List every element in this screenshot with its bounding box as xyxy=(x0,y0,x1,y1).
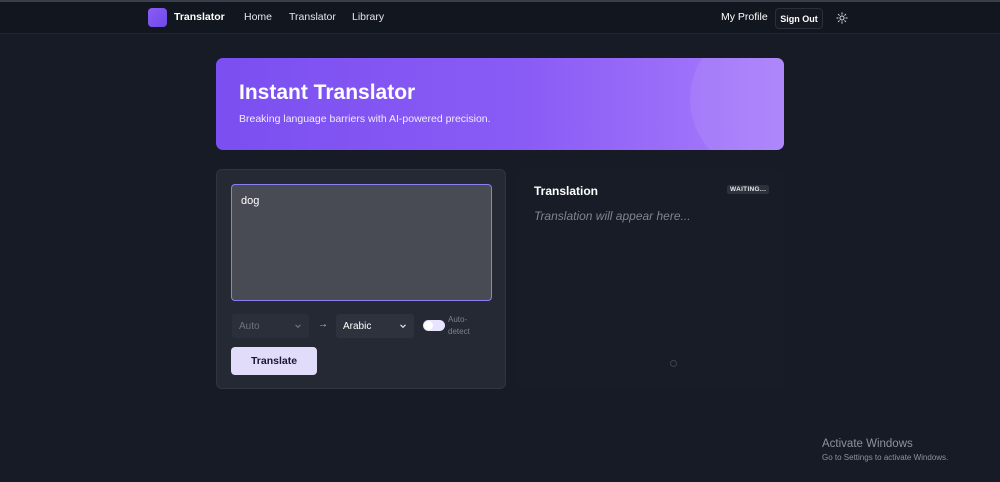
auto-detect-toggle[interactable] xyxy=(423,320,445,331)
source-text-input[interactable]: dog xyxy=(231,184,492,301)
toggle-knob xyxy=(424,321,433,330)
hero-title: Instant Translator xyxy=(239,81,416,104)
brand-name[interactable]: Translator xyxy=(174,11,225,23)
brand-logo-icon[interactable] xyxy=(148,8,167,27)
nav-link-home[interactable]: Home xyxy=(244,11,272,23)
watermark-subtitle: Go to Settings to activate Windows. xyxy=(822,453,949,462)
translation-output-panel: Translation WAITING... Translation will … xyxy=(518,169,784,389)
sun-icon[interactable] xyxy=(834,10,850,26)
watermark-title: Activate Windows xyxy=(822,438,913,450)
auto-detect-label: Auto-detect xyxy=(448,315,470,336)
translation-placeholder: Translation will appear here... xyxy=(534,209,691,223)
sign-out-button[interactable]: Sign Out xyxy=(775,8,823,29)
nav-link-translator[interactable]: Translator xyxy=(289,11,336,23)
target-language-select[interactable]: Arabic xyxy=(336,314,414,338)
top-navbar: Translator Home Translator Library My Pr… xyxy=(0,2,1000,34)
source-language-value: Auto xyxy=(239,320,260,332)
my-profile-link[interactable]: My Profile xyxy=(721,11,768,23)
source-language-select[interactable]: Auto xyxy=(232,314,309,338)
input-card: dog Auto → Arabic Auto-detect Translate xyxy=(216,169,506,389)
chevron-down-icon xyxy=(400,324,406,329)
target-language-value: Arabic xyxy=(343,320,372,332)
status-badge: WAITING... xyxy=(727,185,770,194)
loading-spinner-icon xyxy=(670,360,677,367)
chevron-down-icon xyxy=(295,324,301,329)
nav-link-library[interactable]: Library xyxy=(352,11,384,23)
activate-windows-watermark: Activate Windows Go to Settings to activ… xyxy=(822,438,948,462)
translation-title: Translation xyxy=(534,184,599,198)
arrow-icon: → xyxy=(318,319,328,330)
hero-subtitle: Breaking language barriers with AI-power… xyxy=(239,113,491,125)
translate-button[interactable]: Translate xyxy=(231,347,317,375)
hero-banner: Instant Translator Breaking language bar… xyxy=(216,58,784,150)
hero-decorative-circle xyxy=(690,58,784,150)
